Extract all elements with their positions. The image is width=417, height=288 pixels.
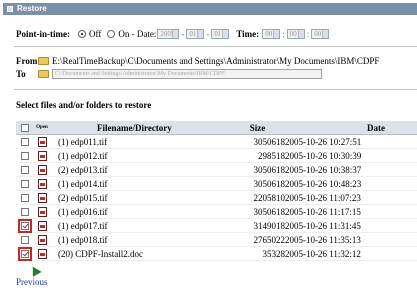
- from-path-value: E:\RealTimeBackup\C\Documents and Settin…: [52, 56, 380, 66]
- row-date: 2005-10-26 11:31:45: [285, 220, 361, 231]
- point-in-time-row: Point-in-time: Off On - Date: 2005 - 01 …: [16, 27, 330, 41]
- date-year-select[interactable]: 2005: [157, 29, 180, 39]
- row-checkbox[interactable]: [17, 218, 32, 233]
- table-row: (1) edp017.tif 3149018 2005-10-26 11:31:45: [16, 218, 417, 233]
- divider: [14, 46, 417, 47]
- row-filename: (2) edp013.tif: [58, 164, 108, 175]
- row-checkbox[interactable]: [20, 235, 29, 244]
- time-hour-select[interactable]: 00: [262, 29, 281, 39]
- row-size: 2765022: [253, 234, 286, 245]
- table-row: (1) edp018.tif 2765022 2005-10-26 11:35:13: [16, 233, 417, 247]
- row-checkbox[interactable]: [20, 179, 29, 188]
- row-filename: (2) edp015.tif: [58, 192, 108, 203]
- off-radio[interactable]: [78, 30, 86, 38]
- to-path-input[interactable]: C:\Documents and Settings\Administrator\…: [52, 69, 322, 79]
- restore-title-text: Restore: [17, 4, 47, 13]
- row-size: 3050618: [253, 178, 286, 189]
- row-checkbox[interactable]: [20, 193, 29, 202]
- row-filename: (1) edp012.tif: [58, 150, 108, 161]
- select-all-checkbox[interactable]: [20, 123, 29, 132]
- table-row: (20) CDPF-Install2.doc 35328 2005-10-26 11…: [16, 246, 417, 261]
- date-day-select[interactable]: 01: [211, 29, 230, 39]
- document-icon[interactable]: [37, 192, 47, 203]
- restore-panel-title: Restore: [3, 3, 417, 15]
- row-size: 2205810: [253, 192, 286, 203]
- row-date: 2005-10-26 11:07:23: [285, 192, 361, 203]
- document-icon[interactable]: [37, 150, 47, 161]
- row-date: 2005-10-26 10:38:37: [285, 164, 362, 175]
- divider: [14, 89, 417, 90]
- row-checkbox[interactable]: [17, 246, 32, 261]
- row-date: 2005-10-26 10:27:51: [285, 136, 362, 147]
- table-row: (1) edp011.tif 3050618 2005-10-26 10:27:51: [16, 135, 417, 149]
- date-month-select[interactable]: 01: [186, 29, 205, 39]
- row-filename: (1) edp018.tif: [58, 234, 108, 245]
- on-date-radio[interactable]: [107, 30, 116, 38]
- previous-link[interactable]: Previous: [16, 277, 48, 287]
- on-date-radio-label: On - Date:: [118, 29, 157, 39]
- mouse-cursor-icon: [28, 264, 42, 277]
- row-filename: (1) edp014.tif: [58, 178, 108, 189]
- col-filename-header[interactable]: Filename/Directory: [51, 123, 196, 133]
- to-path-row: To C:\Documents and Settings\Administrat…: [16, 68, 322, 80]
- folder-icon[interactable]: [38, 70, 49, 78]
- row-checkbox[interactable]: [20, 151, 29, 160]
- table-header: Open Filename/Directory Size Date: [16, 121, 417, 135]
- table-row: (2) edp013.tif 3050618 2005-10-26 10:38:37: [16, 163, 417, 177]
- off-radio-label: Off: [89, 29, 102, 39]
- row-size: 298518: [258, 150, 285, 161]
- table-row: (2) edp015.tif 2205810 2005-10-26 11:07:23: [16, 191, 417, 205]
- document-icon[interactable]: [37, 136, 47, 147]
- from-path-row: From E:\RealTimeBackup\C\Documents and S…: [16, 55, 379, 67]
- row-date: 2005-10-26 11:17:15: [285, 206, 361, 217]
- document-icon[interactable]: [37, 164, 47, 175]
- document-icon[interactable]: [37, 206, 47, 217]
- row-filename: (1) edp017.tif: [58, 220, 108, 231]
- row-date: 2005-10-26 10:30:39: [285, 150, 362, 161]
- col-size-header[interactable]: Size: [196, 123, 285, 133]
- row-checkbox[interactable]: [20, 207, 29, 216]
- row-filename: (20) CDPF-Install2.doc: [58, 248, 143, 259]
- time-label: Time:: [236, 29, 260, 39]
- collapse-icon[interactable]: [7, 6, 13, 12]
- col-date-header[interactable]: Date: [285, 123, 405, 133]
- folder-icon: [38, 57, 49, 65]
- row-date: 2005-10-26 11:32:12: [285, 248, 361, 259]
- point-in-time-label: Point-in-time:: [16, 29, 70, 39]
- row-size: 35328: [262, 248, 286, 259]
- row-size: 3050618: [253, 206, 286, 217]
- row-filename: (1) edp011.tif: [58, 136, 108, 147]
- row-size: 3050618: [253, 164, 286, 175]
- table-row: (1) edp012.tif 298518 2005-10-26 10:30:39: [16, 149, 417, 163]
- row-checkbox[interactable]: [20, 137, 29, 146]
- col-open-header: Open: [36, 125, 48, 130]
- table-row: (1) edp014.tif 3050618 2005-10-26 10:48:23: [16, 177, 417, 191]
- row-checkbox[interactable]: [20, 165, 29, 174]
- document-icon[interactable]: [37, 220, 47, 231]
- row-size: 3050618: [253, 136, 286, 147]
- document-icon[interactable]: [37, 178, 47, 189]
- row-date: 2005-10-26 11:35:13: [285, 234, 361, 245]
- document-icon[interactable]: [37, 234, 47, 245]
- from-label: From: [16, 56, 38, 66]
- time-second-select[interactable]: 00: [311, 29, 330, 39]
- row-filename: (1) edp016.tif: [58, 206, 108, 217]
- row-date: 2005-10-26 10:48:23: [285, 178, 362, 189]
- table-row: (1) edp016.tif 3050618 2005-10-26 11:17:15: [16, 205, 417, 219]
- to-label: To: [16, 69, 26, 79]
- select-files-heading: Select files and/or folders to restore: [16, 100, 152, 110]
- document-icon[interactable]: [37, 248, 47, 259]
- time-minute-select[interactable]: 00: [286, 29, 305, 39]
- row-size: 3149018: [253, 220, 286, 231]
- file-table: Open Filename/Directory Size Date (1) ed…: [16, 121, 417, 261]
